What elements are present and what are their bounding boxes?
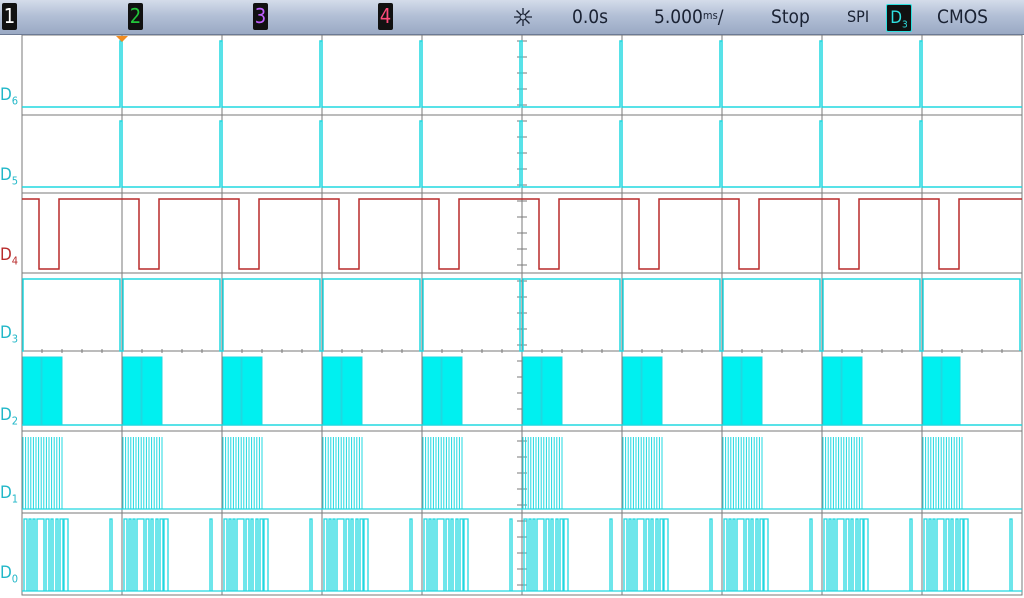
channel-label-d4[interactable]: D4 [0, 245, 20, 267]
time-div-suffix: / [717, 6, 724, 28]
trace-d2-burst [341, 356, 363, 426]
trace-d2-burst [522, 356, 542, 426]
trace-d2-burst [622, 356, 642, 426]
trace-d2-burst [641, 356, 663, 426]
protocol-label[interactable]: SPI [847, 5, 869, 29]
trace-d2-burst [241, 356, 263, 426]
time-div-unit: ms [702, 9, 718, 22]
channel-label-index: 4 [11, 254, 19, 268]
channel-label-d2[interactable]: D2 [0, 405, 20, 427]
trace-d2-burst [841, 356, 863, 426]
logic-threshold-label[interactable]: CMOS [937, 5, 988, 29]
status-bar: 1 2 3 4 0.0s 5.000ms/ Stop SPI D3 CMOS [0, 0, 1024, 35]
channel-label-d5[interactable]: D5 [0, 165, 20, 187]
waveform-display[interactable] [0, 35, 1024, 598]
trace-d2-burst [822, 356, 842, 426]
trigger-source-index: 3 [902, 19, 908, 31]
trace-d2-burst [222, 356, 242, 426]
trace-d2-burst [322, 356, 342, 426]
trace-d0 [23, 518, 1013, 591]
channel-4-button[interactable]: 4 [378, 3, 393, 30]
trace-d2-burst [441, 356, 463, 426]
time-div-value: 5.000 [654, 6, 703, 28]
channel-label-letter: D [0, 483, 12, 503]
time-position[interactable]: 0.0s [572, 5, 608, 29]
run-stop-status[interactable]: Stop [771, 5, 810, 29]
trace-d2-burst [141, 356, 163, 426]
channel-label-index: 2 [11, 414, 19, 428]
channel-label-letter: D [0, 405, 12, 425]
time-per-division[interactable]: 5.000ms/ [654, 5, 724, 29]
channel-label-d3[interactable]: D3 [0, 323, 20, 345]
trigger-source-letter: D [890, 8, 903, 28]
trace-d2-burst [22, 356, 42, 426]
channel-label-index: 6 [11, 94, 19, 108]
channel-2-button[interactable]: 2 [128, 3, 143, 30]
trace-d2-burst [122, 356, 142, 426]
trace-d2-burst [422, 356, 442, 426]
channel-label-letter: D [0, 85, 12, 105]
trace-d6 [22, 40, 1022, 108]
trace-d5 [22, 120, 1022, 188]
trace-d2-burst [922, 356, 942, 426]
trace-d2-burst [541, 356, 563, 426]
channel-label-letter: D [0, 323, 12, 343]
acquisition-sparkle-icon [514, 8, 532, 26]
trace-d2-burst [741, 356, 763, 426]
channel-1-button[interactable]: 1 [2, 3, 17, 30]
channel-label-index: 1 [11, 492, 19, 506]
channel-label-d1[interactable]: D1 [0, 483, 20, 505]
trace-d2-burst [722, 356, 742, 426]
graticule [21, 35, 1023, 596]
channel-label-index: 5 [11, 174, 19, 188]
channel-label-d6[interactable]: D6 [0, 85, 20, 107]
trace-d2-burst [41, 356, 63, 426]
trace-d2-burst [941, 356, 961, 426]
channel-label-letter: D [0, 165, 12, 185]
channel-label-d0[interactable]: D0 [0, 563, 20, 585]
channel-label-letter: D [0, 563, 12, 583]
trace-d1 [22, 437, 963, 509]
trace-d3 [22, 278, 1021, 352]
trigger-position-marker[interactable] [116, 36, 128, 42]
channel-3-button[interactable]: 3 [253, 3, 268, 30]
channel-label-index: 3 [11, 332, 19, 346]
channel-label-index: 0 [11, 572, 19, 586]
trigger-source-badge[interactable]: D3 [886, 4, 912, 32]
channel-label-letter: D [0, 245, 12, 265]
